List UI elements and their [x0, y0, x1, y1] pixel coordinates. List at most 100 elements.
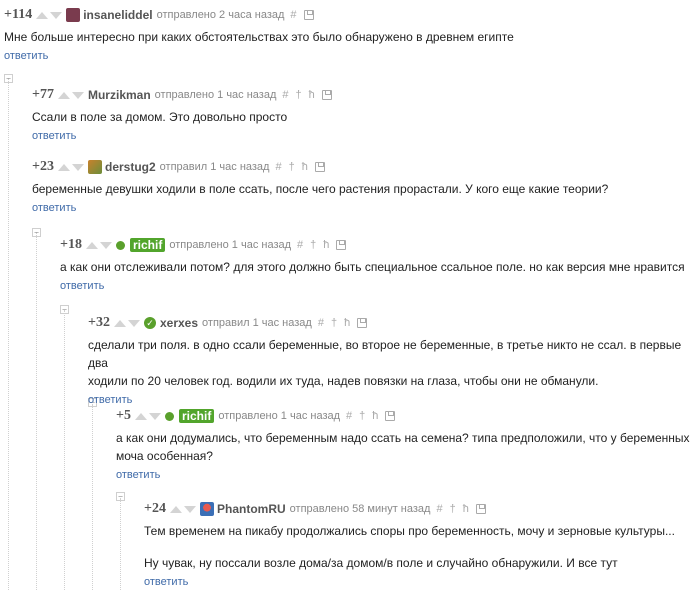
comment-timestamp: отправлено 2 часа назад: [156, 9, 285, 21]
collapse-button[interactable]: −: [116, 492, 125, 501]
thread-line: [120, 498, 121, 590]
comment-text: Мне больше интересно при каких обстоятел…: [4, 30, 514, 44]
comment-rating: +114: [4, 7, 33, 22]
thread-line: [8, 78, 9, 590]
collapse-button[interactable]: −: [60, 305, 69, 314]
comment-text: а как они отслеживали потом? для этого д…: [60, 260, 685, 274]
comment-timestamp: отправил 1 час назад: [159, 161, 270, 173]
avatar[interactable]: [87, 160, 102, 174]
hash-link-icon[interactable]: #: [275, 161, 281, 173]
comment-rating: +77: [32, 87, 54, 102]
downvote-icon[interactable]: [71, 163, 84, 171]
parent-link-icon[interactable]: †: [331, 317, 337, 329]
reply-link[interactable]: ответить: [32, 130, 76, 142]
upvote-icon[interactable]: [57, 91, 70, 99]
verified-icon: ✓: [143, 317, 156, 329]
comment-timestamp: отправлено 58 минут назад: [289, 503, 431, 515]
comment-text-line: ходили по 20 человек год. водили их туда…: [88, 374, 599, 388]
comment-author[interactable]: richif: [129, 238, 166, 252]
parent-link-icon[interactable]: †: [310, 239, 316, 251]
comment-author[interactable]: xerxes: [160, 316, 198, 330]
parent-link-icon[interactable]: †: [296, 89, 302, 101]
comment-timestamp: отправил 1 час назад: [202, 317, 312, 329]
parent-link-icon[interactable]: †: [359, 410, 365, 422]
comment-text: беременные девушки ходили в поле ссать, …: [32, 182, 609, 196]
online-status-icon: [164, 411, 174, 421]
reply-link[interactable]: ответить: [88, 394, 132, 406]
comment-rating: +24: [144, 501, 166, 516]
save-icon[interactable]: [475, 504, 486, 514]
upvote-icon[interactable]: [134, 412, 147, 420]
comment: +77 Murzikman отправлено 1 час назад # †…: [32, 86, 332, 144]
comment-rating: +32: [88, 315, 110, 330]
upvote-icon[interactable]: [169, 505, 182, 513]
thread-line: [92, 404, 93, 590]
comment: +24 PhantomRU отправлено 58 минут назад …: [144, 500, 675, 590]
online-status-icon: [115, 240, 125, 250]
reply-link[interactable]: ответить: [60, 280, 104, 292]
comment-author[interactable]: derstug2: [105, 160, 156, 174]
reply-link[interactable]: ответить: [144, 576, 188, 588]
parent-link-icon[interactable]: †: [289, 161, 295, 173]
hash-link-icon[interactable]: #: [282, 89, 288, 101]
save-icon[interactable]: [336, 240, 347, 250]
comment-rating: +23: [32, 159, 54, 174]
hash-link-icon[interactable]: #: [436, 503, 442, 515]
comment-text: Тем временем на пикабу продолжались спор…: [144, 522, 675, 572]
upvote-icon[interactable]: [113, 319, 126, 327]
branch-link-icon[interactable]: ħ: [323, 239, 329, 251]
branch-link-icon[interactable]: ħ: [309, 89, 315, 101]
comment-text-line: моча особенная?: [116, 449, 213, 463]
upvote-icon[interactable]: [85, 241, 98, 249]
comment-author[interactable]: Murzikman: [88, 88, 151, 102]
save-icon[interactable]: [385, 411, 396, 421]
comment-rating: +5: [116, 408, 131, 423]
comment: +23 derstug2 отправил 1 час назад # † ħ …: [32, 158, 608, 216]
comment-author[interactable]: insaneliddel: [83, 8, 152, 22]
comment-text-line: Тем временем на пикабу продолжались спор…: [144, 524, 675, 538]
collapse-button[interactable]: −: [4, 74, 13, 83]
comment: +32 ✓ xerxes отправил 1 час назад # † ħ …: [88, 314, 700, 408]
thread-line: [64, 310, 65, 590]
comment-text-line: Ну чувак, ну поссали возле дома/за домом…: [144, 556, 618, 570]
save-icon[interactable]: [321, 90, 332, 100]
branch-link-icon[interactable]: ħ: [302, 161, 308, 173]
collapse-button[interactable]: −: [32, 228, 41, 237]
reply-link[interactable]: ответить: [4, 50, 48, 62]
downvote-icon[interactable]: [50, 11, 63, 19]
comment-author[interactable]: PhantomRU: [217, 502, 286, 516]
downvote-icon[interactable]: [127, 319, 140, 327]
hash-link-icon[interactable]: #: [346, 410, 352, 422]
comment-text: Ссали в поле за домом. Это довольно прос…: [32, 110, 288, 124]
downvote-icon[interactable]: [148, 412, 161, 420]
comment-rating: +18: [60, 237, 82, 252]
hash-link-icon[interactable]: #: [290, 9, 296, 21]
branch-link-icon[interactable]: ħ: [463, 503, 469, 515]
comment: +18 richif отправлено 1 час назад # † ħ …: [60, 236, 685, 294]
avatar[interactable]: [199, 502, 214, 516]
hash-link-icon[interactable]: #: [297, 239, 303, 251]
comment-text-line: сделали три поля. в одно ссали беременны…: [88, 338, 682, 370]
comment-text-line: а как они додумались, что беременным над…: [116, 431, 690, 445]
hash-link-icon[interactable]: #: [318, 317, 324, 329]
downvote-icon[interactable]: [99, 241, 112, 249]
avatar[interactable]: [66, 8, 81, 22]
upvote-icon[interactable]: [57, 163, 70, 171]
comment: +5 richif отправлено 1 час назад # † ħ а…: [116, 407, 690, 483]
thread-line: [36, 232, 37, 590]
comment-author[interactable]: richif: [178, 409, 215, 423]
comment-text: а как они додумались, что беременным над…: [116, 429, 690, 465]
reply-link[interactable]: ответить: [116, 469, 160, 481]
save-icon[interactable]: [314, 162, 325, 172]
downvote-icon[interactable]: [71, 91, 84, 99]
parent-link-icon[interactable]: †: [450, 503, 456, 515]
downvote-icon[interactable]: [183, 505, 196, 513]
upvote-icon[interactable]: [36, 11, 49, 19]
branch-link-icon[interactable]: ħ: [344, 317, 350, 329]
comment-text: сделали три поля. в одно ссали беременны…: [88, 336, 700, 390]
branch-link-icon[interactable]: ħ: [372, 410, 378, 422]
comment-timestamp: отправлено 1 час назад: [169, 239, 292, 251]
save-icon[interactable]: [357, 318, 368, 328]
save-icon[interactable]: [303, 10, 314, 20]
reply-link[interactable]: ответить: [32, 202, 76, 214]
